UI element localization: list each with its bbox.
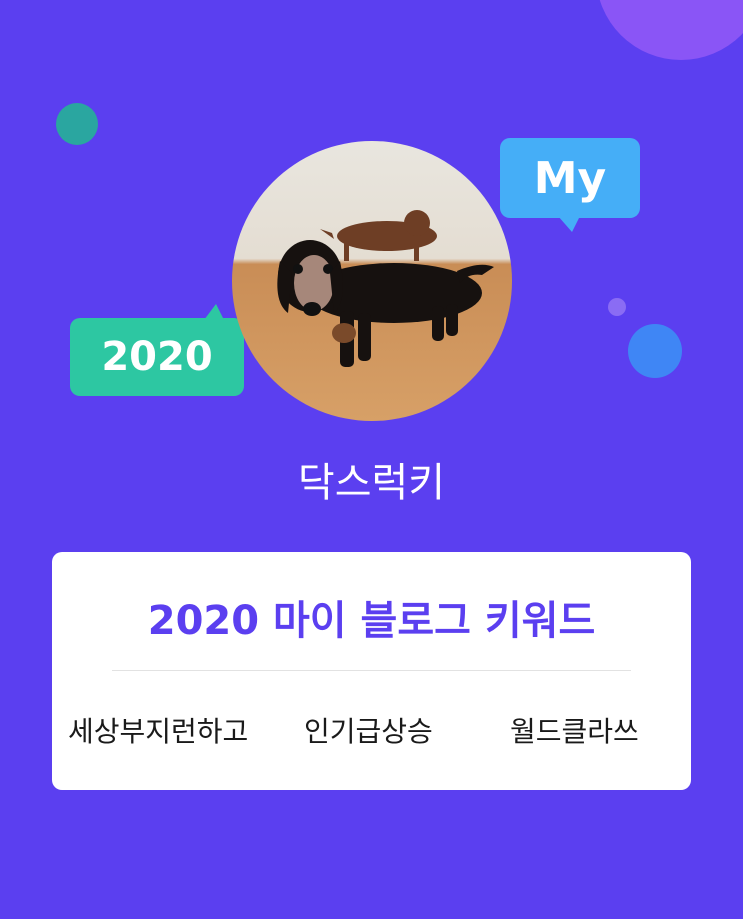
- card-title: 2020 마이 블로그 키워드: [147, 598, 596, 644]
- keyword-card: 2020 마이 블로그 키워드 세상부지런하고 인기급상승 월드클라쓰: [52, 552, 691, 790]
- my-speech-bubble: My: [500, 138, 640, 232]
- decor-circle-purple: [596, 0, 743, 60]
- card-divider: [112, 670, 631, 671]
- year-bubble-label: 2020: [101, 334, 213, 380]
- my-bubble-label: My: [533, 152, 607, 204]
- dachshund-photo-icon: [277, 210, 494, 367]
- keyword-list: 세상부지런하고 인기급상승 월드클라쓰: [52, 710, 691, 750]
- decor-circle-blue: [628, 324, 682, 378]
- profile-avatar: [232, 141, 512, 421]
- decor-circle-teal: [56, 103, 98, 145]
- keyword-item: 세상부지런하고: [68, 715, 249, 748]
- decor-circle-small: [608, 298, 626, 316]
- profile-nickname: 닥스럭키: [297, 460, 446, 506]
- keyword-item: 인기급상승: [304, 715, 433, 748]
- keyword-item: 월드클라쓰: [510, 715, 639, 748]
- year-speech-bubble: 2020: [70, 304, 244, 396]
